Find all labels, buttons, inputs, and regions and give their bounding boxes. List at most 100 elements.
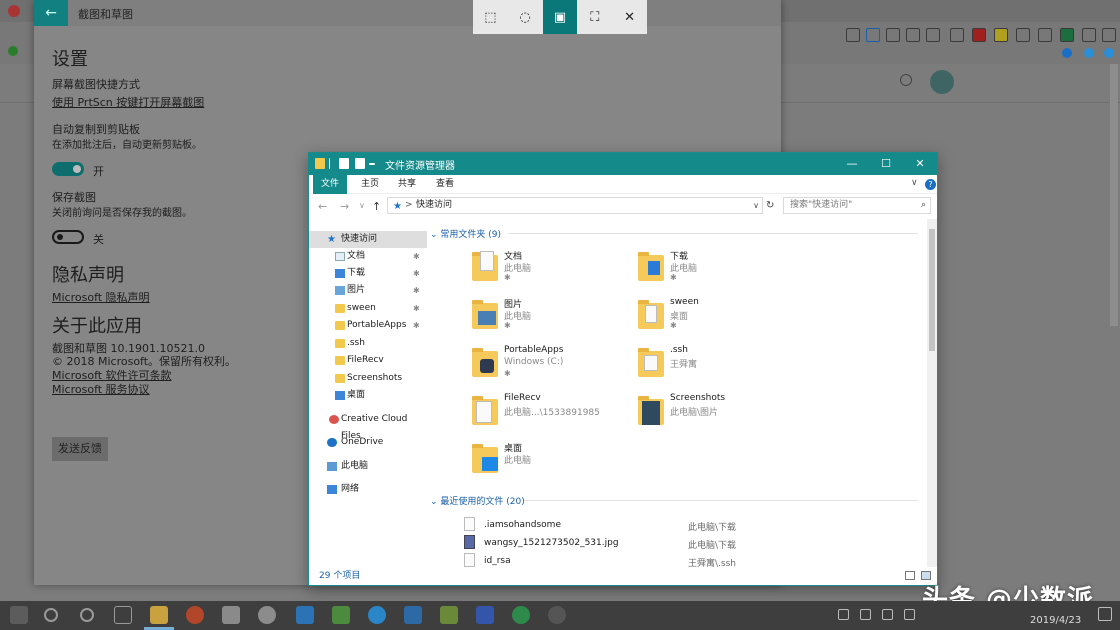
back-icon[interactable]: ← (318, 200, 327, 213)
tab-share[interactable]: 共享 (390, 175, 424, 194)
nav-item-desktop[interactable]: 桌面 (309, 387, 427, 404)
cortana-icon[interactable] (80, 608, 94, 622)
folder-tile-screenshots[interactable]: Screenshots 此电脑\图片 (638, 393, 798, 437)
folder-icon (335, 356, 345, 365)
snip-sketch-icon[interactable] (548, 606, 566, 624)
folder-tile-desktop[interactable]: 桌面 此电脑 (472, 441, 632, 485)
up-icon[interactable]: ↑ (372, 200, 381, 213)
address-input[interactable]: ★ > 快速访问 ∨ (387, 197, 763, 214)
refresh-icon[interactable]: ↻ (766, 200, 774, 211)
app-icon[interactable] (512, 606, 530, 624)
notification-icon[interactable] (1098, 607, 1112, 621)
customize-quick-access-icon[interactable] (369, 163, 375, 165)
nav-item-filerecv[interactable]: FileRecv (309, 352, 427, 369)
navigation-pane: ★ 快速访问 文档 ✱ 下载 ✱ 图片 ✱ sween ✱ PortableAp… (309, 225, 427, 567)
back-button[interactable]: ← (34, 0, 68, 26)
nav-item-screenshots[interactable]: Screenshots (309, 370, 427, 387)
mail-icon[interactable] (222, 606, 240, 624)
nav-item-creative-cloud[interactable]: Creative Cloud Files (309, 411, 427, 441)
downloads-folder-icon (638, 251, 664, 281)
vscode-icon[interactable] (404, 606, 422, 624)
tab-home[interactable]: 主页 (353, 175, 387, 194)
recent-file-row[interactable]: .iamsohandsome 此电脑\下载 (464, 517, 924, 534)
window-snip-button[interactable]: ▣ (542, 0, 578, 34)
wechat-icon[interactable] (332, 606, 350, 624)
app-icon[interactable] (258, 606, 276, 624)
folder-tile-documents[interactable]: 文档 此电脑 ✱ (472, 249, 632, 293)
expand-ribbon-icon[interactable]: ∨ (911, 178, 918, 188)
capture-toolbar: ⬚ ◌ ▣ ⛶ ✕ (473, 0, 647, 34)
nav-item-documents[interactable]: 文档 ✱ (309, 248, 427, 265)
nav-item-network[interactable]: 网络 (309, 481, 427, 498)
tray-app-icon[interactable] (860, 609, 871, 620)
search-icon[interactable] (44, 608, 58, 622)
pin-icon[interactable]: ✱ (413, 265, 420, 282)
nav-item-ssh[interactable]: .ssh (309, 335, 427, 352)
nav-item-onedrive[interactable]: OneDrive (309, 434, 427, 451)
auto-copy-toggle[interactable] (52, 162, 84, 176)
forward-icon[interactable]: → (340, 200, 349, 213)
prtscn-link[interactable]: 使用 PrtScn 按键打开屏幕截图 (52, 94, 204, 110)
feedback-button[interactable]: 发送反馈 (52, 437, 108, 461)
properties-icon[interactable] (339, 158, 349, 169)
chevron-down-icon[interactable]: ∨ (753, 198, 759, 213)
chevron-down-icon: ⌄ (430, 230, 438, 240)
tab-view[interactable]: 查看 (428, 175, 462, 194)
freeform-snip-button[interactable]: ◌ (508, 0, 543, 34)
nav-item-pictures[interactable]: 图片 ✱ (309, 282, 427, 299)
nav-item-sween[interactable]: sween ✱ (309, 300, 427, 317)
recent-file-row[interactable]: wangsy_1521273502_531.jpg 此电脑\下载 (464, 535, 924, 552)
nav-item-quick-access[interactable]: ★ 快速访问 (309, 231, 427, 248)
folder-tile-ssh[interactable]: .ssh 王舜寓 (638, 345, 798, 389)
nav-item-label: PortableApps (347, 320, 407, 330)
folder-tile-sween[interactable]: sween 桌面 ✱ (638, 297, 798, 341)
pin-icon[interactable]: ✱ (413, 317, 420, 334)
app-icon[interactable] (476, 606, 494, 624)
close-capture-button[interactable]: ✕ (612, 0, 647, 34)
pin-icon[interactable]: ✱ (413, 300, 420, 317)
help-icon[interactable]: ? (925, 179, 936, 190)
maximize-button[interactable]: ☐ (869, 153, 903, 175)
toggle-off-label: 关 (93, 233, 104, 246)
fullscreen-snip-button[interactable]: ⛶ (577, 0, 612, 34)
frequent-folders-header[interactable]: ⌄ 常用文件夹 (9) (430, 227, 501, 240)
recent-files-header[interactable]: ⌄ 最近使用的文件 (20) (430, 494, 525, 507)
folder-tile-filerecv[interactable]: FileRecv 此电脑...\1533891985 (472, 393, 632, 437)
taskbar-date[interactable]: 2019/4/23 (1030, 615, 1081, 626)
app-icon[interactable] (440, 606, 458, 624)
save-toggle[interactable] (52, 230, 84, 244)
nav-item-this-pc[interactable]: 此电脑 (309, 458, 427, 475)
address-text: 快速访问 (416, 200, 453, 210)
telegram-icon[interactable] (368, 606, 386, 624)
tab-file[interactable]: 文件 (313, 175, 348, 194)
pin-icon[interactable]: ✱ (413, 248, 420, 265)
file-explorer-icon[interactable] (150, 606, 168, 624)
rect-snip-button[interactable]: ⬚ (473, 0, 508, 34)
network-icon[interactable] (904, 609, 915, 620)
nav-item-downloads[interactable]: 下载 ✱ (309, 265, 427, 282)
task-view-icon[interactable] (114, 606, 132, 624)
nav-item-portableapps[interactable]: PortableApps ✱ (309, 317, 427, 334)
minimize-button[interactable]: — (835, 153, 869, 175)
tray-app-icon[interactable] (882, 609, 893, 620)
tray-expand-icon[interactable] (838, 609, 849, 620)
search-placeholder: 搜索"快速访问" (790, 200, 853, 210)
rect-snip-icon: ⬚ (484, 9, 497, 25)
scrollbar-thumb[interactable] (929, 229, 935, 351)
app-icon[interactable] (296, 606, 314, 624)
about-heading: 关于此应用 (52, 316, 142, 337)
folder-tile-downloads[interactable]: 下载 此电脑 ✱ (638, 249, 798, 293)
pin-icon[interactable]: ✱ (413, 282, 420, 299)
windows-start-icon[interactable] (10, 606, 28, 624)
folder-tile-portableapps[interactable]: PortableApps Windows (C:) ✱ (472, 345, 632, 389)
firefox-icon[interactable] (186, 606, 204, 624)
privacy-link[interactable]: Microsoft 隐私声明 (52, 289, 150, 305)
services-link[interactable]: Microsoft 服务协议 (52, 381, 150, 397)
search-input[interactable]: 搜索"快速访问" ⌕ (783, 197, 931, 214)
close-button[interactable]: ✕ (903, 153, 937, 175)
details-view-icon[interactable] (905, 571, 915, 580)
folder-tile-pictures[interactable]: 图片 此电脑 ✱ (472, 297, 632, 341)
content-scrollbar[interactable] (927, 219, 937, 567)
new-folder-icon[interactable] (355, 158, 365, 169)
recent-locations-icon[interactable]: ∨ (359, 201, 365, 210)
